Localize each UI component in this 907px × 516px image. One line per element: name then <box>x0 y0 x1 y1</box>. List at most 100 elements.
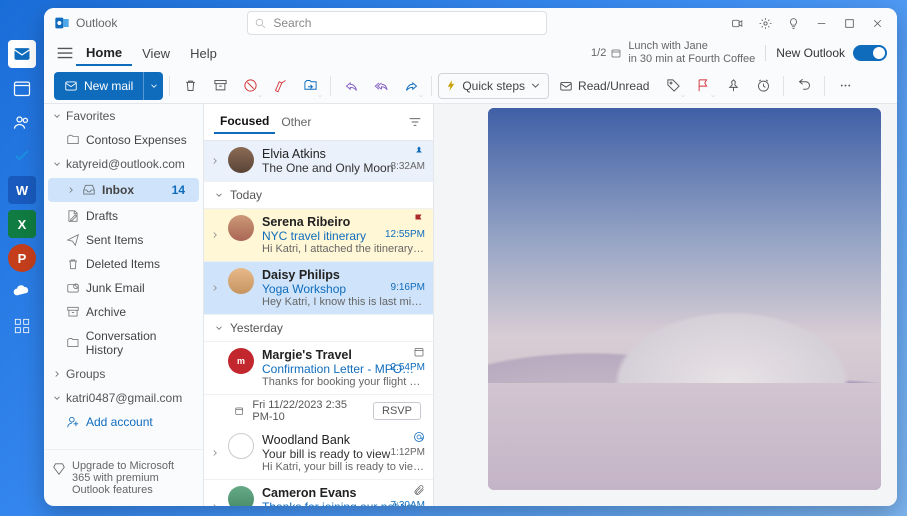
search-placeholder: Search <box>273 16 311 30</box>
tab-focused[interactable]: Focused <box>214 110 275 134</box>
message-item[interactable]: Serena Ribeiro NYC travel itinerary Hi K… <box>204 209 433 262</box>
read-unread-button[interactable]: Read/Unread <box>551 79 657 93</box>
folder-archive[interactable]: Archive <box>44 300 203 324</box>
favorite-folder[interactable]: Contoso Expenses <box>44 128 203 152</box>
chevron-right-icon <box>210 502 220 507</box>
inbox-label: Inbox <box>102 183 134 197</box>
quick-steps-label: Quick steps <box>462 79 525 93</box>
message-time: 8:32AM <box>391 161 425 172</box>
pin-button[interactable] <box>719 72 747 100</box>
reply-all-button[interactable] <box>367 72 395 100</box>
rail-onedrive-icon[interactable] <box>8 278 36 306</box>
filter-icon[interactable] <box>407 114 423 130</box>
new-outlook-label: New Outlook <box>776 46 845 60</box>
message-item[interactable]: m Margie's Travel Confirmation Letter - … <box>204 342 433 395</box>
tag-button[interactable] <box>659 72 687 100</box>
chevron-down-icon <box>214 323 224 333</box>
group-yesterday[interactable]: Yesterday <box>204 315 433 342</box>
chevron-down-icon <box>52 159 62 169</box>
rail-excel-icon[interactable]: X <box>8 210 36 238</box>
new-mail-split-icon[interactable] <box>143 72 163 100</box>
message-item[interactable]: Woodland Bank Your bill is ready to view… <box>204 427 433 480</box>
chevron-right-icon <box>210 156 220 166</box>
quick-steps-button[interactable]: Quick steps <box>438 73 549 99</box>
favorites-label: Favorites <box>66 109 115 123</box>
folder-junk[interactable]: Junk Email <box>44 276 203 300</box>
rsvp-button[interactable]: RSVP <box>373 402 421 420</box>
folder-inbox[interactable]: Inbox 14 <box>48 178 199 202</box>
group-today[interactable]: Today <box>204 182 433 209</box>
archive-icon <box>66 305 80 319</box>
tab-help[interactable]: Help <box>180 42 227 65</box>
close-button[interactable] <box>863 9 891 37</box>
tips-button[interactable] <box>779 9 807 37</box>
more-button[interactable] <box>831 72 859 100</box>
delete-button[interactable] <box>176 72 204 100</box>
account2-section[interactable]: katri0487@gmail.com <box>44 386 203 410</box>
rail-people-icon[interactable] <box>8 108 36 136</box>
folder-label: Archive <box>86 305 126 319</box>
avatar <box>228 433 254 459</box>
message-time: 9:16PM <box>391 282 425 293</box>
folder-drafts[interactable]: Drafts <box>44 204 203 228</box>
undo-button[interactable] <box>790 72 818 100</box>
reminder-snooze-icon[interactable] <box>610 47 622 59</box>
read-unread-label: Read/Unread <box>578 79 649 93</box>
rsvp-row: Fri 11/22/2023 2:35 PM-10 RSVP <box>204 395 433 427</box>
hamburger-button[interactable] <box>54 42 76 64</box>
favorites-section[interactable]: Favorites <box>44 104 203 128</box>
sweep-button[interactable] <box>266 72 294 100</box>
account-section[interactable]: katyreid@outlook.com <box>44 152 203 176</box>
search-box[interactable]: Search <box>247 11 547 35</box>
chevron-right-icon <box>210 230 220 240</box>
tab-home[interactable]: Home <box>76 41 132 66</box>
add-icon <box>66 415 80 429</box>
mention-icon <box>413 431 425 443</box>
groups-section[interactable]: Groups <box>44 362 203 386</box>
rail-calendar-icon[interactable] <box>8 74 36 102</box>
chevron-down-icon <box>214 190 224 200</box>
chevron-right-icon <box>210 448 220 458</box>
archive-button[interactable] <box>206 72 234 100</box>
forward-button[interactable] <box>397 72 425 100</box>
reminder-chip[interactable]: Lunch with Jane in 30 min at Fourth Coff… <box>628 40 755 65</box>
chevron-down-icon <box>52 111 62 121</box>
rail-more-icon[interactable] <box>8 312 36 340</box>
meet-now-button[interactable] <box>723 9 751 37</box>
favorite-label: Contoso Expenses <box>86 133 187 147</box>
folder-history[interactable]: Conversation History <box>44 324 203 362</box>
titlebar: Outlook Search <box>44 8 897 38</box>
move-button[interactable] <box>296 72 324 100</box>
rail-mail-icon[interactable] <box>8 40 36 68</box>
message-item[interactable]: Cameron Evans Thanks for joining our net… <box>204 480 433 506</box>
flag-button[interactable] <box>689 72 717 100</box>
tab-other[interactable]: Other <box>275 111 317 133</box>
add-account-label: Add account <box>86 415 153 429</box>
rail-word-icon[interactable]: W <box>8 176 36 204</box>
rail-powerpoint-icon[interactable]: P <box>8 244 36 272</box>
folder-label: Conversation History <box>86 329 195 357</box>
mail-icon <box>64 79 78 93</box>
upgrade-banner[interactable]: Upgrade to Microsoft 365 with premium Ou… <box>44 449 203 506</box>
message-item[interactable]: Daisy Philips Yoga Workshop Hey Katri, I… <box>204 262 433 315</box>
folder-deleted[interactable]: Deleted Items <box>44 252 203 276</box>
report-button[interactable] <box>236 72 264 100</box>
app-title: Outlook <box>76 16 117 30</box>
group-label: Today <box>230 188 262 202</box>
settings-button[interactable] <box>751 9 779 37</box>
upgrade-text: Outlook features <box>72 484 174 496</box>
draft-icon <box>66 209 80 223</box>
new-outlook-toggle[interactable]: New Outlook <box>765 45 887 61</box>
minimize-button[interactable] <box>807 9 835 37</box>
snooze-button[interactable] <box>749 72 777 100</box>
chevron-right-icon <box>52 369 62 379</box>
new-mail-button[interactable]: New mail <box>54 72 163 100</box>
add-account-button[interactable]: Add account <box>44 410 203 434</box>
folder-sent[interactable]: Sent Items <box>44 228 203 252</box>
tab-view[interactable]: View <box>132 42 180 65</box>
message-time: 1:12PM <box>391 447 425 458</box>
rail-check-icon[interactable] <box>8 142 36 170</box>
message-item[interactable]: Elvia Atkins The One and Only Moon 8:32A… <box>204 141 433 182</box>
reply-button[interactable] <box>337 72 365 100</box>
maximize-button[interactable] <box>835 9 863 37</box>
